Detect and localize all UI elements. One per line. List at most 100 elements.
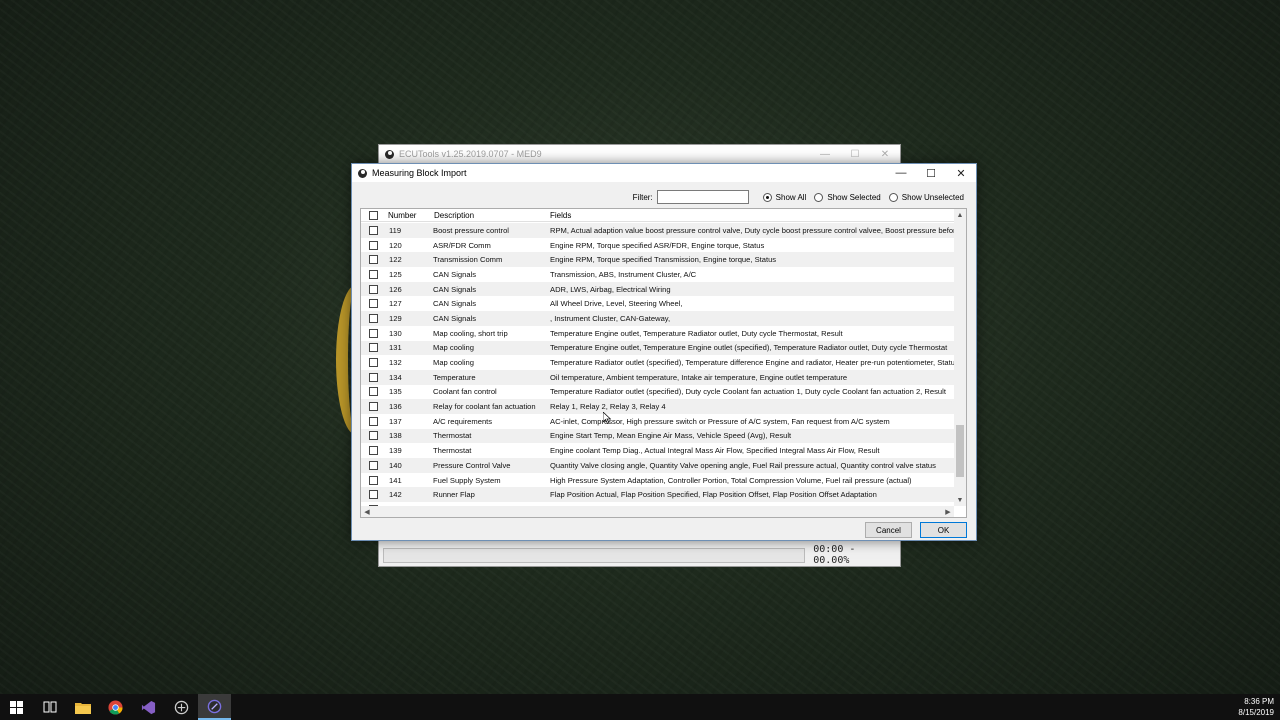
dialog-close-icon[interactable]: ✕: [946, 164, 976, 182]
row-fields: Engine RPM, Torque specified ASR/FDR, En…: [550, 240, 765, 250]
row-checkbox[interactable]: [368, 490, 378, 500]
row-fields: , Instrument Cluster, CAN-Gateway,: [550, 313, 671, 323]
row-checkbox[interactable]: [368, 416, 378, 426]
grid-header: Number Description Fields: [361, 209, 966, 222]
radio-show-selected[interactable]: Show Selected: [814, 192, 881, 202]
ecutools-logo-icon: [385, 149, 394, 159]
row-checkbox[interactable]: [368, 402, 378, 412]
row-number: 122: [389, 255, 402, 265]
row-number: 141: [389, 475, 402, 485]
dialog-minimize-icon[interactable]: —: [886, 164, 916, 182]
table-row[interactable]: 134 Temperature Oil temperature, Ambient t…: [361, 369, 954, 385]
row-checkbox[interactable]: [368, 240, 378, 250]
row-description: Fuel Supply System: [433, 475, 501, 485]
ecutools-status-bar: 00:00 - 00.00%: [379, 544, 900, 566]
scroll-left-icon[interactable]: ◀: [361, 506, 373, 517]
table-row[interactable]: 129 CAN Signals , Instrument Cluster, CAN-…: [361, 311, 954, 326]
row-checkbox[interactable]: [368, 475, 378, 485]
row-checkbox[interactable]: [368, 387, 378, 397]
app-icon[interactable]: [165, 694, 198, 720]
row-number: 132: [389, 358, 402, 368]
minimize-icon[interactable]: —: [810, 149, 840, 160]
horizontal-scrollbar[interactable]: ◀ ▶: [361, 506, 954, 517]
progress-bar: [383, 547, 806, 563]
row-number: 130: [389, 328, 402, 338]
file-explorer-icon[interactable]: [66, 694, 99, 720]
table-row[interactable]: 126 CAN Signals ADR, LWS, Airbag, Electric…: [361, 281, 954, 297]
table-row[interactable]: 142 Runner Flap Flap Position Actual, Flap…: [361, 487, 954, 503]
column-header-number[interactable]: Number: [385, 211, 431, 220]
table-row[interactable]: 139 Thermostat Engine coolant Temp Diag., …: [361, 443, 954, 458]
column-header-description[interactable]: Description: [431, 211, 547, 220]
row-number: 138: [389, 431, 402, 441]
row-fields: High Pressure System Adaptation, Control…: [550, 475, 912, 485]
row-checkbox[interactable]: [368, 313, 378, 323]
row-fields: Engine coolant Temp Diag., Actual Integr…: [550, 446, 880, 456]
scroll-right-icon[interactable]: ▶: [942, 506, 954, 517]
radio-show-unselected[interactable]: Show Unselected: [888, 192, 964, 202]
table-row[interactable]: 122 Transmission Comm Engine RPM, Torque s…: [361, 252, 954, 268]
filter-input[interactable]: [656, 190, 749, 204]
row-checkbox[interactable]: [368, 460, 378, 470]
row-number: 120: [389, 240, 402, 250]
radio-show-unselected-dot[interactable]: [888, 192, 898, 202]
row-checkbox[interactable]: [368, 431, 378, 441]
row-checkbox[interactable]: [368, 372, 378, 382]
radio-show-all[interactable]: Show All: [762, 192, 806, 202]
scroll-down-icon[interactable]: ▼: [954, 494, 966, 506]
task-view-icon[interactable]: [33, 694, 66, 720]
row-checkbox[interactable]: [368, 255, 378, 265]
row-description: Map cooling: [433, 343, 474, 353]
close-icon[interactable]: ✕: [870, 149, 900, 160]
ecutools-icon[interactable]: [198, 694, 231, 720]
cancel-button[interactable]: Cancel: [865, 522, 912, 538]
row-checkbox[interactable]: [368, 269, 378, 279]
visual-studio-icon[interactable]: [132, 694, 165, 720]
table-row[interactable]: 137 A/C requirements AC-inlet, Compressor,…: [361, 413, 954, 429]
vertical-scrollbar[interactable]: ▲ ▼: [954, 209, 966, 506]
table-row[interactable]: 135 Coolant fan control Temperature Radiat…: [361, 384, 954, 400]
table-row[interactable]: 138 Thermostat Engine Start Temp, Mean Eng…: [361, 428, 954, 444]
radio-show-selected-dot[interactable]: [814, 192, 824, 202]
table-row[interactable]: 131 Map cooling Temperature Engine outlet,…: [361, 340, 954, 356]
row-checkbox[interactable]: [368, 225, 378, 235]
table-row[interactable]: 119 Boost pressure control RPM, Actual ada…: [361, 223, 954, 238]
chrome-icon[interactable]: [99, 694, 132, 720]
row-description: Runner Flap: [433, 490, 475, 500]
status-text: 00:00 - 00.00%: [813, 544, 856, 566]
vertical-scroll-thumb[interactable]: [956, 425, 964, 477]
column-header-fields[interactable]: Fields: [547, 211, 966, 220]
mouse-cursor-icon: [603, 412, 611, 424]
table-row[interactable]: 127 CAN Signals All Wheel Drive, Level, St…: [361, 296, 954, 312]
table-row[interactable]: 125 CAN Signals Transmission, ABS, Instrum…: [361, 267, 954, 282]
row-checkbox[interactable]: [368, 446, 378, 456]
row-checkbox[interactable]: [368, 299, 378, 309]
ok-button[interactable]: OK: [920, 522, 967, 538]
scroll-up-icon[interactable]: ▲: [954, 209, 966, 221]
table-row[interactable]: 132 Map cooling Temperature Radiator outle…: [361, 355, 954, 370]
row-fields: ADR, LWS, Airbag, Electrical Wiring: [550, 284, 671, 294]
row-fields: Quantity Valve closing angle, Quantity V…: [550, 460, 936, 470]
maximize-icon[interactable]: ☐: [840, 149, 870, 160]
table-row[interactable]: 140 Pressure Control Valve Quantity Valve …: [361, 458, 954, 473]
row-fields: All Wheel Drive, Level, Steering Wheel,: [550, 299, 683, 309]
taskbar-clock[interactable]: 8:36 PM 8/15/2019: [1238, 696, 1274, 718]
windows-start-icon[interactable]: [0, 694, 33, 720]
table-row[interactable]: 141 Fuel Supply System High Pressure Syste…: [361, 472, 954, 488]
dialog-maximize-icon[interactable]: ☐: [916, 164, 946, 182]
measuring-block-grid[interactable]: Number Description Fields 119 Boost press…: [360, 208, 967, 518]
row-fields: Temperature Radiator outlet (specified),…: [550, 358, 954, 368]
table-row[interactable]: 120 ASR/FDR Comm Engine RPM, Torque specif…: [361, 237, 954, 253]
row-number: 140: [389, 460, 402, 470]
row-checkbox[interactable]: [368, 284, 378, 294]
row-checkbox[interactable]: [368, 358, 378, 368]
row-number: 137: [389, 416, 402, 426]
radio-show-all-dot[interactable]: [762, 192, 772, 202]
row-checkbox[interactable]: [368, 343, 378, 353]
table-row[interactable]: 136 Relay for coolant fan actuation Relay …: [361, 399, 954, 414]
clock-date: 8/15/2019: [1238, 708, 1274, 717]
select-all-checkbox[interactable]: [368, 210, 378, 220]
row-description: CAN Signals: [433, 284, 477, 294]
row-checkbox[interactable]: [368, 328, 378, 338]
table-row[interactable]: 130 Map cooling, short trip Temperature En…: [361, 325, 954, 341]
